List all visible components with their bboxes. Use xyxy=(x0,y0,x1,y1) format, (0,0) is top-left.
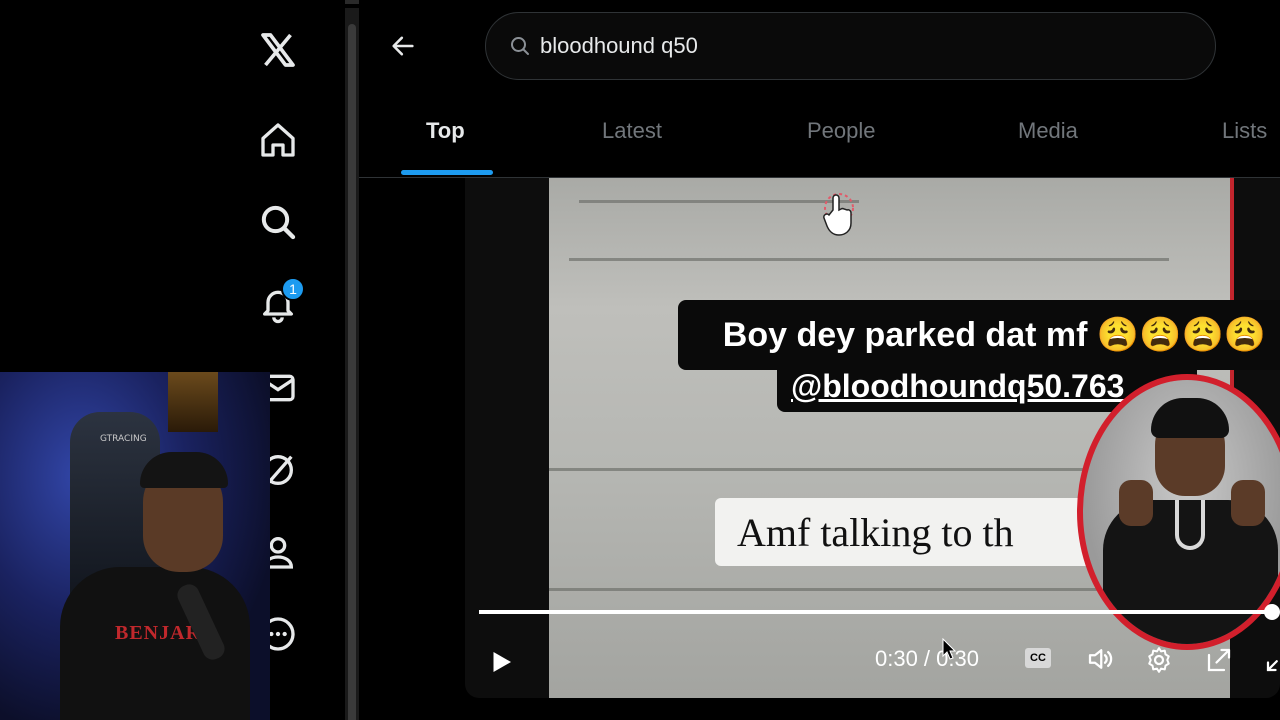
webcam-person-cap xyxy=(140,452,228,488)
home-icon[interactable] xyxy=(252,114,304,166)
portrait-overlay xyxy=(1077,374,1280,650)
notification-badge: 1 xyxy=(281,277,305,301)
tab-media[interactable]: Media xyxy=(1018,118,1078,144)
search-icon[interactable] xyxy=(252,196,304,248)
pip-button[interactable] xyxy=(1203,644,1235,676)
fullscreen-icon xyxy=(1266,660,1278,672)
webcam-chair-label: GTRACING xyxy=(100,434,147,444)
pip-icon xyxy=(1207,648,1231,672)
volume-icon xyxy=(1088,649,1113,669)
tab-lists[interactable]: Lists xyxy=(1222,118,1267,144)
mouse-cursor-icon xyxy=(942,638,956,660)
tab-people[interactable]: People xyxy=(807,118,876,144)
x-logo-icon[interactable] xyxy=(252,24,304,76)
volume-button[interactable] xyxy=(1083,644,1117,674)
portrait-hand-left xyxy=(1119,480,1153,526)
portrait-hand-right xyxy=(1231,480,1265,526)
search-tabs: Top Latest People Media Lists xyxy=(359,94,1280,178)
tab-latest[interactable]: Latest xyxy=(602,118,662,144)
vertical-scrollbar[interactable] xyxy=(345,8,359,720)
play-icon xyxy=(493,652,511,672)
main-column: Top Latest People Media Lists Boy dey pa… xyxy=(359,0,1280,720)
pavement-crack xyxy=(569,258,1169,261)
tab-top[interactable]: Top xyxy=(426,118,465,144)
fullscreen-button[interactable] xyxy=(1263,644,1280,676)
play-button[interactable] xyxy=(485,642,517,682)
back-button[interactable] xyxy=(383,26,423,66)
search-icon xyxy=(511,37,529,55)
webcam-overlay: GTRACING BENJART xyxy=(0,372,270,720)
captions-button[interactable]: CC xyxy=(1025,648,1051,668)
progress-knob[interactable] xyxy=(1264,604,1280,620)
search-box[interactable] xyxy=(485,12,1216,80)
portrait-beanie xyxy=(1151,398,1229,438)
progress-fill xyxy=(479,610,1273,614)
video-player[interactable]: Boy dey parked dat mf 😩😩😩😩 @bloodhoundq5… xyxy=(465,178,1280,698)
tap-hand-icon xyxy=(823,193,854,236)
active-tab-indicator xyxy=(401,170,493,175)
scrollbar-thumb[interactable] xyxy=(348,24,356,720)
time-display: 0:30 / 0:30 xyxy=(875,646,979,671)
arrow-left-icon xyxy=(392,36,414,56)
webcam-background-shelf xyxy=(168,372,218,432)
video-caption-bubble: Amf talking to th xyxy=(715,498,1115,566)
settings-button[interactable] xyxy=(1143,644,1175,676)
search-input[interactable] xyxy=(540,33,1180,59)
gear-icon xyxy=(1148,647,1170,673)
portrait-chain xyxy=(1175,500,1205,550)
